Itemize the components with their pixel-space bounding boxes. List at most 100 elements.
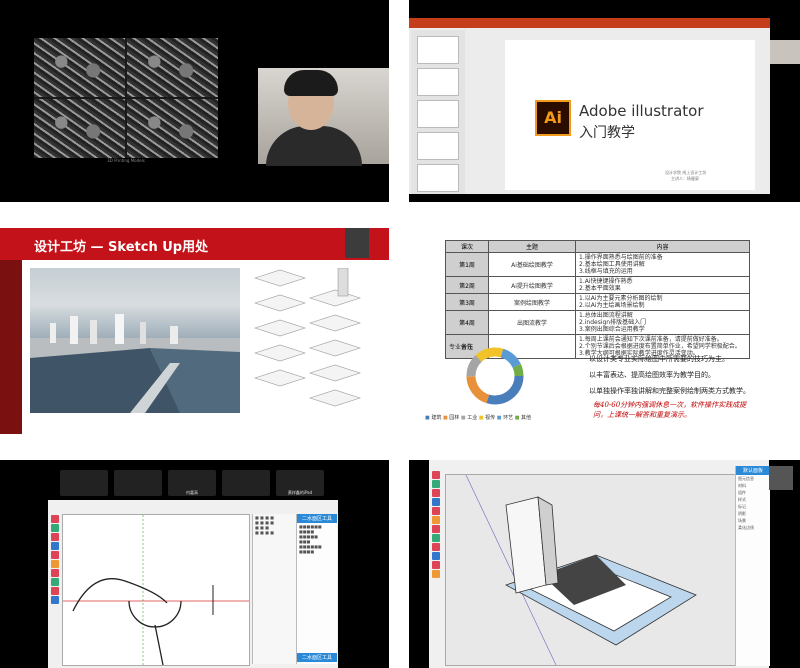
panel-item[interactable]: 场景 xyxy=(736,517,770,524)
panel-item[interactable]: 样式 xyxy=(736,496,770,503)
printing-model-image xyxy=(34,38,218,158)
week-cell: 第3周 xyxy=(445,293,489,311)
default-tray[interactable]: 默认面板 图元信息 材料 组件 样式 标记 阴影 场景 柔化边线 xyxy=(735,466,770,666)
slide-thumbnail[interactable] xyxy=(417,100,459,128)
sketchup-slide: 设计工坊 — Sketch Up用处 xyxy=(0,228,389,434)
video-tile-2: Ai Adobe illustrator 入门教学 设计学院 线上设计工坊 主讲… xyxy=(409,0,800,202)
slide-title: 设计工坊 — Sketch Up用处 xyxy=(34,240,209,255)
panel-title: 二水面区工具 xyxy=(297,514,337,523)
participant-thumb[interactable] xyxy=(60,470,108,496)
participant-thumb[interactable]: 黄祥鑫的iPad xyxy=(276,470,324,496)
tray-text: ■ ■ ■ ■ ■ ■ ■ ■ ■ ■ ■ ■ ■ ■ ■ xyxy=(255,515,274,535)
table-row: 第1周 Ai基础绘图教学 1.操作界面熟悉与绘图前的准备 2.基本绘图工具使用讲… xyxy=(445,252,750,277)
panel-text: ■■■■■■ ■■■■ ■■■■■ ■■■ ■■■■■■ ■■■■ xyxy=(299,524,322,554)
participant-camera xyxy=(345,228,369,258)
slide-thumbnails[interactable] xyxy=(411,30,465,194)
week-cell: 第4周 xyxy=(445,310,489,335)
note-line: 以单独操作率独讲解和完整案例绘制两类方式教学。 xyxy=(589,387,750,395)
panel-bottom-title: 二水面区工具 xyxy=(297,653,337,662)
participant-thumb[interactable] xyxy=(114,470,162,496)
panel-item[interactable]: 标记 xyxy=(736,503,770,510)
panel-item[interactable]: 阴影 xyxy=(736,510,770,517)
slide-side-bar xyxy=(0,260,22,434)
video-tile-6: 默认面板 图元信息 材料 组件 样式 标记 阴影 场景 柔化边线 xyxy=(409,460,800,668)
sketchup-window: 默认面板 图元信息 材料 组件 样式 标记 阴影 场景 柔化边线 xyxy=(429,460,770,668)
illustrator-logo: Ai xyxy=(535,100,571,136)
sketch-geometry xyxy=(63,515,249,666)
table-row: 第2周 Ai提升绘图教学 1.Ai快捷键操作熟悉 2.基本平面效果 xyxy=(445,276,750,294)
legend-item: 园林 xyxy=(449,415,460,421)
header-content: 内容 xyxy=(575,240,750,253)
video-tile-3: 设计工坊 — Sketch Up用处 xyxy=(0,228,389,434)
header-topic: 主题 xyxy=(488,240,576,253)
model-viewport[interactable] xyxy=(445,474,737,666)
red-note-line: 问，上课统一解答和重复演示。 xyxy=(593,411,691,419)
model-photo xyxy=(127,38,218,97)
tool-panel[interactable]: 二水面区工具 ■■■■■■ ■■■■ ■■■■■ ■■■ ■■■■■■ ■■■■ 二水面区… xyxy=(296,514,337,664)
city-aerial-render xyxy=(30,268,240,413)
legend-item: 工业 xyxy=(467,415,478,421)
red-note-line: 每40-60分钟内强调休息一次，软件操作实践成提 xyxy=(593,401,747,409)
content-cell: 1.以Ai为主要元素分析图的绘制 2.以Ai为主绘画场景绘制 xyxy=(575,293,750,311)
participant-camera xyxy=(770,40,800,64)
video-tile-1: 3D Printing Models xyxy=(0,0,389,202)
panel-item[interactable]: 柔化边线 xyxy=(736,524,770,531)
model-photo xyxy=(127,99,218,158)
ppt-title-bar xyxy=(409,18,770,28)
current-slide: Ai Adobe illustrator 入门教学 设计学院 线上设计工坊 主讲… xyxy=(505,40,755,190)
image-caption: 3D Printing Models xyxy=(107,158,145,163)
table-row: 第4周 出图流教学 1.总体出图流程讲解 2.indesign排版基础入门 3.… xyxy=(445,310,750,335)
legend-item: 环艺 xyxy=(503,415,514,421)
exploded-floor-diagrams xyxy=(250,267,365,418)
video-tile-5: 何嘉高 黄祥鑫的iPad ■ ■ ■ ■ ■ ■ ■ ■ ■ ■ ■ ■ ■ ■ ■ … xyxy=(0,460,389,668)
powerpoint-window: Ai Adobe illustrator 入门教学 设计学院 线上设计工坊 主讲… xyxy=(409,18,770,194)
panel-item[interactable]: 组件 xyxy=(736,489,770,496)
panel-item[interactable]: 材料 xyxy=(736,482,770,489)
slide-thumbnail[interactable] xyxy=(417,36,459,64)
legend-item: 其他 xyxy=(521,415,532,421)
slide-thumbnail[interactable] xyxy=(417,164,459,192)
entity-info-tray[interactable]: ■ ■ ■ ■ ■ ■ ■ ■ ■ ■ ■ ■ ■ ■ ■ xyxy=(252,514,297,664)
slide-thumbnail[interactable] xyxy=(417,68,459,96)
toolbar[interactable] xyxy=(50,514,60,605)
slide-footer-line2: 主讲人：杨健豪 xyxy=(671,176,699,181)
slide-title: Adobe illustrator xyxy=(579,102,704,120)
slide-subtitle: 入门教学 xyxy=(579,125,635,141)
toolbar[interactable] xyxy=(431,470,441,579)
panel-item[interactable]: 图元信息 xyxy=(736,475,770,482)
note-line: 以设计类专业实际绘图中所需要的技巧为主。 xyxy=(589,355,729,363)
model-photo xyxy=(34,38,125,97)
slide-thumbnail[interactable] xyxy=(417,132,459,160)
week-cell: 第2周 xyxy=(445,276,489,294)
topic-cell: 案例绘图教学 xyxy=(488,293,576,311)
topic-cell: 出图流教学 xyxy=(488,310,576,335)
person-body xyxy=(266,126,362,166)
content-cell: 1.操作界面熟悉与绘图前的准备 2.基本绘图工具使用讲解 3.线框与填充的运用 xyxy=(575,252,750,277)
donut-legend: ■ 建筑 ■ 园林 ■ 工业 ■ 视传 ■ 环艺 ■ 其他 xyxy=(425,415,532,421)
participant-camera xyxy=(769,466,793,490)
topic-cell: Ai提升绘图教学 xyxy=(488,276,576,294)
participant-strip: 何嘉高 黄祥鑫的iPad xyxy=(60,470,330,496)
presenter-camera xyxy=(258,68,389,166)
content-cell: 1.Ai快捷键操作熟悉 2.基本平面效果 xyxy=(575,276,750,294)
iso-floor-graphic xyxy=(254,267,361,407)
city-render-graphic xyxy=(30,314,240,413)
person-hair xyxy=(284,70,338,96)
participant-thumb[interactable] xyxy=(222,470,270,496)
major-distribution-donut xyxy=(466,347,524,405)
legend-item: 建筑 xyxy=(431,415,442,421)
note-line: 以丰富表达、提高绘图效率为教学目的。 xyxy=(589,371,715,379)
week-cell: 第1周 xyxy=(445,252,489,277)
drawing-canvas[interactable] xyxy=(62,514,250,666)
table-row: 第3周 案例绘图教学 1.以Ai为主要元素分析图的绘制 2.以Ai为主绘画场景绘… xyxy=(445,293,750,311)
header-week: 课次 xyxy=(445,240,489,253)
sketchup-window: ■ ■ ■ ■ ■ ■ ■ ■ ■ ■ ■ ■ ■ ■ ■ 二水面区工具 ■■■■■■… xyxy=(48,500,338,668)
panel-title: 默认面板 xyxy=(736,466,770,475)
participant-thumb[interactable]: 何嘉高 xyxy=(168,470,216,496)
legend-item: 视传 xyxy=(485,415,496,421)
model-photo xyxy=(34,99,125,158)
video-tile-4: 课次 主题 内容 第1周 Ai基础绘图教学 1.操作界面熟悉与绘图前的准备 2.… xyxy=(409,228,800,434)
model-3d-graphic xyxy=(465,474,697,666)
content-cell: 1.总体出图流程讲解 2.indesign排版基础入门 3.案例出图综合运用教学 xyxy=(575,310,750,335)
table-header-row: 课次 主题 内容 xyxy=(445,240,750,253)
